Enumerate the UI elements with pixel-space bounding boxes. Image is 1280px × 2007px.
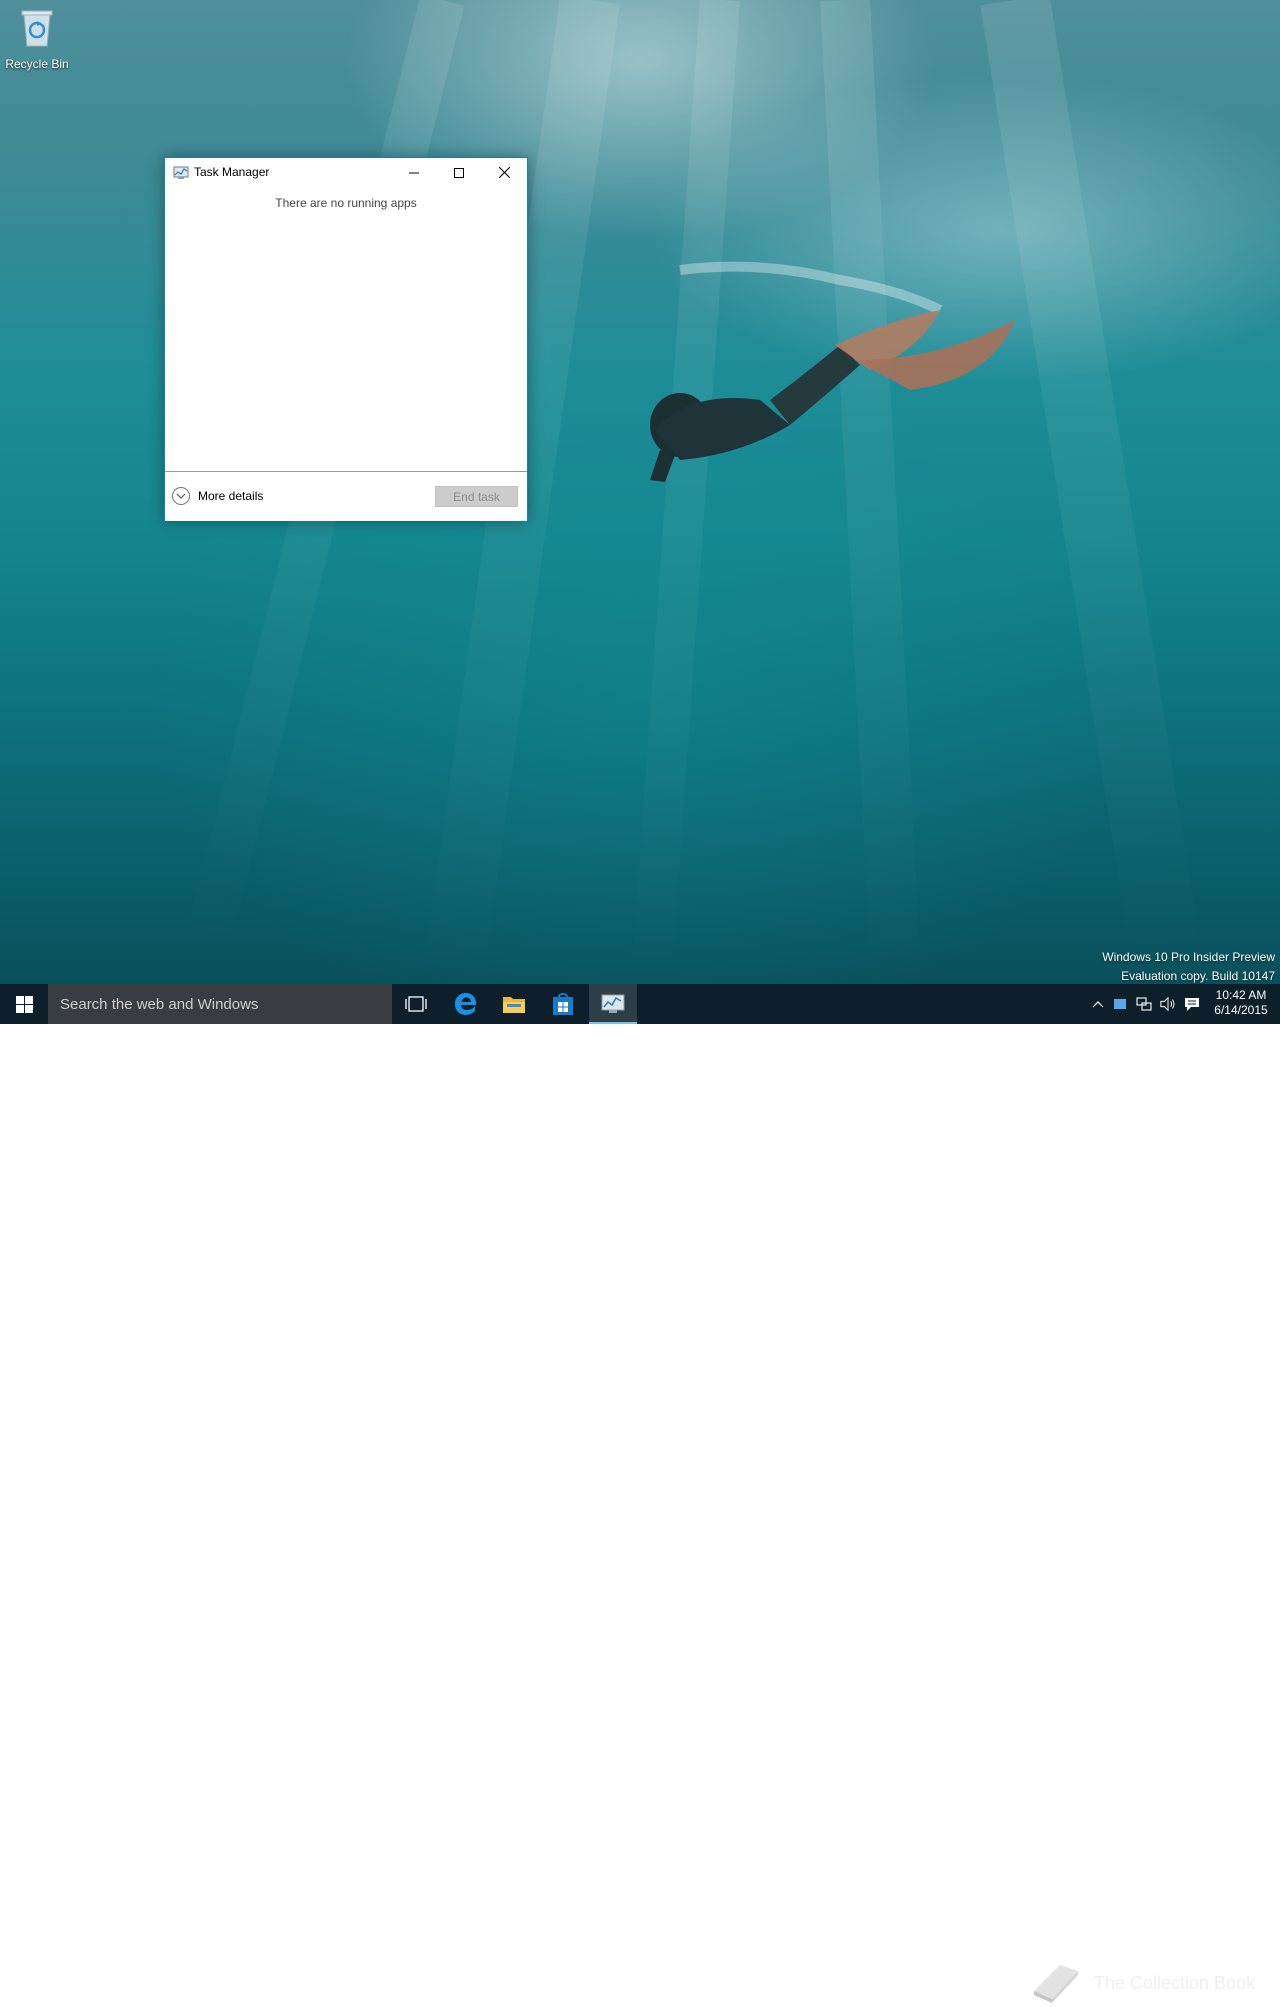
taskbar: Search the web and Windows 10:42 AM 6/14… <box>0 984 1280 2003</box>
show-hidden-icons-chevron-up-icon[interactable] <box>1090 996 1106 1012</box>
evaluation-watermark: Windows 10 Pro Insider Preview Evaluatio… <box>1102 948 1275 986</box>
desktop-icon-label: Recycle Bin <box>5 57 69 71</box>
task-manager-window: Task Manager There are no running apps M… <box>164 157 528 521</box>
close-button[interactable] <box>481 158 527 187</box>
search-input[interactable]: Search the web and Windows <box>48 984 392 1024</box>
window-footer: More details End task <box>165 471 527 521</box>
clock[interactable]: 10:42 AM 6/14/2015 <box>1206 988 1276 1018</box>
title-bar[interactable]: Task Manager <box>165 158 527 187</box>
maximize-icon <box>454 167 464 178</box>
edge-icon <box>455 993 477 1015</box>
more-details-label: More details <box>198 489 264 503</box>
brand-watermark-text: The Collection Book <box>1094 1972 1256 1993</box>
taskbar-task-view-button[interactable] <box>392 984 440 1024</box>
chevron-down-icon <box>172 487 190 505</box>
minimize-button[interactable] <box>391 158 437 187</box>
empty-state-message: There are no running apps <box>275 196 417 210</box>
taskbar-edge-button[interactable] <box>442 984 490 1024</box>
start-button[interactable] <box>0 984 48 1024</box>
windows-logo-icon <box>15 995 33 1013</box>
task-manager-icon <box>173 166 189 179</box>
taskbar-store-button[interactable] <box>539 984 587 1024</box>
minimize-icon <box>409 172 419 173</box>
network-icon[interactable] <box>1136 996 1152 1012</box>
clock-date: 6/14/2015 <box>1214 1003 1268 1017</box>
system-tray: 10:42 AM 6/14/2015 <box>1088 984 1280 1024</box>
watermark-line: Windows 10 Pro Insider Preview <box>1102 950 1275 964</box>
brand-watermark-overlay: The Collection Book <box>1030 1959 1260 2007</box>
close-icon <box>498 167 510 178</box>
store-icon <box>553 993 573 1015</box>
volume-icon[interactable] <box>1160 996 1176 1012</box>
book-icon <box>1034 1965 1078 2003</box>
end-task-button[interactable]: End task <box>435 486 518 507</box>
window-title: Task Manager <box>194 165 270 179</box>
desktop-icon-recycle-bin[interactable]: Recycle Bin <box>4 8 70 78</box>
maximize-button[interactable] <box>436 158 482 187</box>
task-view-icon <box>405 996 427 1012</box>
task-manager-icon <box>601 994 625 1013</box>
folder-icon <box>503 997 525 1013</box>
onedrive-icon[interactable] <box>1112 996 1128 1012</box>
diver-image <box>650 261 1015 482</box>
action-center-icon[interactable] <box>1184 996 1200 1012</box>
more-details-button[interactable]: More details <box>172 486 263 506</box>
clock-time: 10:42 AM <box>1215 988 1267 1002</box>
taskbar-task-manager-button[interactable] <box>589 984 637 1024</box>
taskbar-file-explorer-button[interactable] <box>490 984 538 1024</box>
recycle-bin-icon <box>21 10 53 47</box>
